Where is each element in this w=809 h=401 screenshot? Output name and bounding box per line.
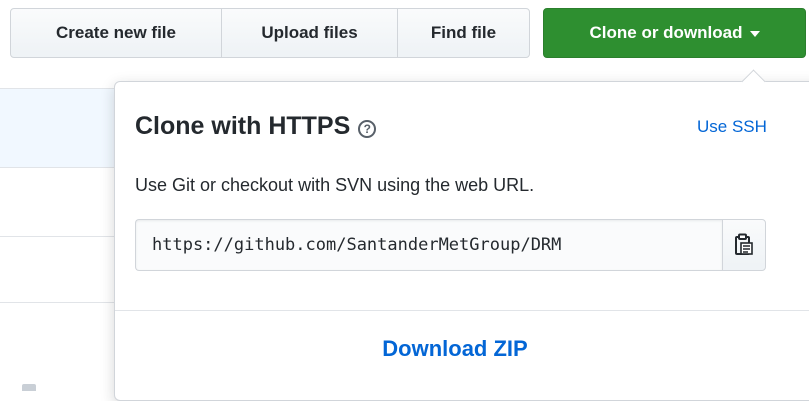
download-zip-link[interactable]: Download ZIP: [115, 336, 795, 362]
copy-to-clipboard-button[interactable]: [722, 219, 766, 271]
clone-or-download-button[interactable]: Clone or download: [543, 8, 806, 58]
file-actions-button-group: Create new file Upload files Find file: [10, 8, 530, 58]
use-ssh-link[interactable]: Use SSH: [697, 117, 767, 137]
clone-url-input[interactable]: [135, 219, 722, 271]
popover-arrow: [741, 69, 766, 94]
clone-title-text: Clone with HTTPS: [135, 112, 351, 140]
clone-url-group: [135, 219, 766, 271]
file-navigation-toolbar: Create new file Upload files Find file C…: [10, 8, 806, 58]
file-list-divider: [0, 236, 130, 237]
find-file-button[interactable]: Find file: [397, 9, 529, 57]
clipboard-icon: [735, 233, 753, 255]
file-list-divider: [0, 302, 130, 303]
question-mark-icon[interactable]: ?: [358, 119, 377, 138]
clone-or-download-label: Clone or download: [589, 23, 743, 42]
clone-title: Clone with HTTPS ?: [135, 112, 377, 141]
caret-down-icon: [749, 31, 760, 37]
file-icon: [22, 384, 36, 391]
clone-description: Use Git or checkout with SVN using the w…: [135, 175, 535, 195]
popover-divider: [115, 310, 809, 311]
file-list-header-row: [0, 88, 130, 168]
create-new-file-button[interactable]: Create new file: [11, 9, 221, 57]
clone-dropdown: Clone with HTTPS ? Use SSH Use Git or ch…: [114, 69, 809, 401]
upload-files-button[interactable]: Upload files: [221, 9, 397, 57]
